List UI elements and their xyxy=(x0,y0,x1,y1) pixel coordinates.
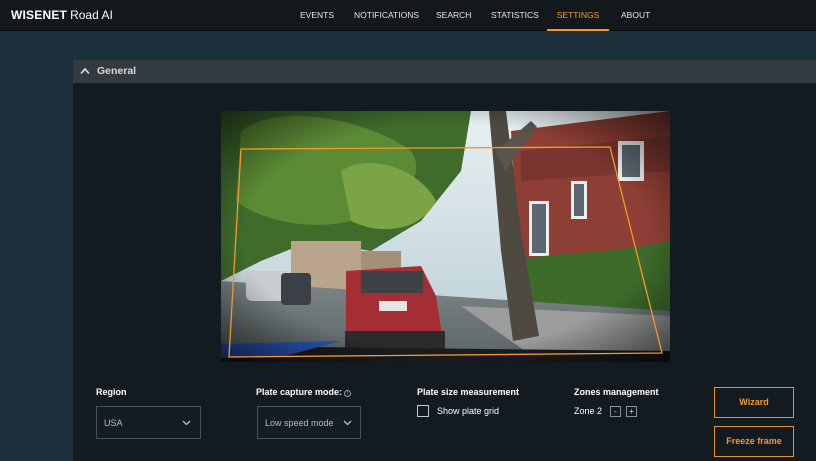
region-label: Region xyxy=(96,387,127,397)
brand-name: WISENET xyxy=(11,8,68,22)
zone-name: Zone 2 xyxy=(574,406,603,416)
nav-statistics[interactable]: STATISTICS xyxy=(491,0,539,31)
show-plate-grid-checkbox[interactable] xyxy=(417,405,429,417)
section-title: General xyxy=(97,65,137,77)
nav-settings[interactable]: SETTINGS xyxy=(547,0,609,31)
nav-notifications[interactable]: NOTIFICATIONS xyxy=(354,0,419,31)
chevron-up-icon xyxy=(80,67,90,75)
top-bar: WISENET Road AI EVENTS NOTIFICATIONS SEAR… xyxy=(0,0,816,31)
app-logo[interactable]: WISENET Road AI xyxy=(11,8,113,22)
show-plate-grid-label[interactable]: Show plate grid xyxy=(437,406,499,416)
camera-frame xyxy=(221,111,670,362)
nav-about[interactable]: ABOUT xyxy=(621,0,650,31)
region-select[interactable]: USA xyxy=(96,406,201,439)
chevron-down-icon xyxy=(182,420,191,426)
capture-mode-value: Low speed mode xyxy=(265,418,334,428)
zone-minus-button[interactable]: - xyxy=(610,406,621,417)
nav-events[interactable]: EVENTS xyxy=(300,0,334,31)
nav-search[interactable]: SEARCH xyxy=(436,0,471,31)
zone-plus-button[interactable]: + xyxy=(626,406,637,417)
freeze-frame-button[interactable]: Freeze frame xyxy=(714,426,794,457)
zones-label: Zones management xyxy=(574,387,659,397)
wizard-button[interactable]: Wizard xyxy=(714,387,794,418)
region-value: USA xyxy=(104,418,123,428)
camera-preview[interactable] xyxy=(221,111,670,362)
chevron-down-icon xyxy=(343,420,352,426)
capture-mode-select[interactable]: Low speed mode xyxy=(257,406,361,439)
section-header-general[interactable]: General xyxy=(73,60,816,83)
product-name: Road AI xyxy=(70,8,113,22)
capture-mode-label: Plate capture mode: xyxy=(256,387,343,397)
plate-size-label: Plate size measurement xyxy=(417,387,520,397)
info-icon[interactable]: i xyxy=(344,390,351,397)
